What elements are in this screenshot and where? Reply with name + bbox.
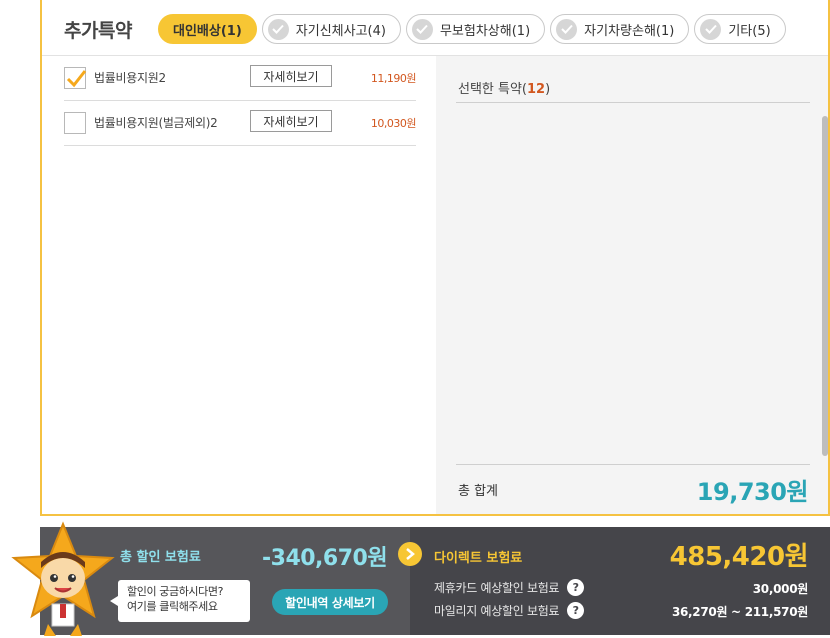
tab-label: 자기신체사고(4) xyxy=(295,23,386,39)
card-discount-row: 제휴카드 예상할인 보험료 ? xyxy=(434,579,585,596)
total-label: 총 합계 xyxy=(458,484,499,499)
star-mascot-icon xyxy=(11,521,115,636)
tab-label: 무보험차상해(1) xyxy=(439,23,531,39)
help-icon[interactable]: ? xyxy=(567,579,585,596)
divider xyxy=(456,464,810,465)
check-icon xyxy=(267,18,289,40)
tab-personal-injury[interactable]: 자기신체사고(4) xyxy=(261,14,401,44)
mileage-discount-value: 36,270원 ~ 211,570원 xyxy=(671,605,808,619)
tab-label: 기타(5) xyxy=(728,23,771,39)
card-discount-value: 30,000원 xyxy=(752,582,809,596)
option-checkbox[interactable] xyxy=(64,112,86,134)
checkmark-icon xyxy=(66,70,87,88)
detail-button[interactable]: 자세히보기 xyxy=(250,65,332,87)
option-price: 11,190원 xyxy=(370,72,417,85)
chevron-right-icon[interactable] xyxy=(398,542,422,566)
check-icon xyxy=(700,18,722,40)
mileage-discount-row: 마일리지 예상할인 보험료 ? xyxy=(434,602,585,619)
selected-terms-label: 선택한 특약(12) xyxy=(458,82,551,97)
selected-terms-pane: 선택한 특약(12) 총 합계 19,730원 xyxy=(436,56,828,514)
list-item: 법률비용지원2 자세히보기 11,190원 xyxy=(64,56,417,101)
direct-premium-label: 다이렉트 보험료 xyxy=(434,551,523,566)
special-terms-panel: 추가특약 대인배상(1) 자기신체사고(4) 무보험차상해(1) 자기차량손해(… xyxy=(40,0,830,516)
tab-other[interactable]: 기타(5) xyxy=(694,14,786,44)
option-name: 법률비용지원2 xyxy=(94,71,166,85)
option-checkbox[interactable] xyxy=(64,67,87,89)
scrollbar[interactable] xyxy=(822,116,828,456)
option-list: 법률비용지원2 자세히보기 11,190원 법률비용지원(벌금제외)2 자세히보… xyxy=(42,56,436,514)
check-icon xyxy=(411,18,433,40)
category-tabs: 대인배상(1) 자기신체사고(4) 무보험차상해(1) 자기차량손해(1) 기타… xyxy=(158,14,791,44)
check-icon xyxy=(556,18,578,40)
total-discount-label: 총 할인 보험료 xyxy=(120,550,201,565)
total-discount-value: -340,670원 xyxy=(262,546,388,571)
tab-uninsured-motorist[interactable]: 무보험차상해(1) xyxy=(405,14,546,44)
direct-premium-value: 485,420원 xyxy=(669,542,809,572)
tab-own-vehicle-damage[interactable]: 자기차량손해(1) xyxy=(550,14,690,44)
discount-tooltip[interactable]: 할인이 궁금하시다면? 여기를 클릭해주세요 xyxy=(110,580,250,622)
tab-label: 대인배상(1) xyxy=(173,23,242,39)
tab-label: 자기차량손해(1) xyxy=(584,23,675,39)
total-value: 19,730원 xyxy=(696,478,809,506)
option-price: 10,030원 xyxy=(370,117,417,130)
divider xyxy=(456,102,810,103)
help-icon[interactable]: ? xyxy=(567,602,585,619)
detail-button[interactable]: 자세히보기 xyxy=(250,110,332,132)
list-item: 법률비용지원(벌금제외)2 자세히보기 10,030원 xyxy=(64,101,417,146)
page-title: 추가특약 xyxy=(64,20,132,42)
selected-count: 12 xyxy=(527,82,546,97)
tab-bodily-injury[interactable]: 대인배상(1) xyxy=(158,14,257,44)
option-name: 법률비용지원(벌금제외)2 xyxy=(94,116,218,130)
panel-header: 추가특약 대인배상(1) 자기신체사고(4) 무보험차상해(1) 자기차량손해(… xyxy=(42,0,828,56)
discount-detail-button[interactable]: 할인내역 상세보기 xyxy=(272,589,388,615)
